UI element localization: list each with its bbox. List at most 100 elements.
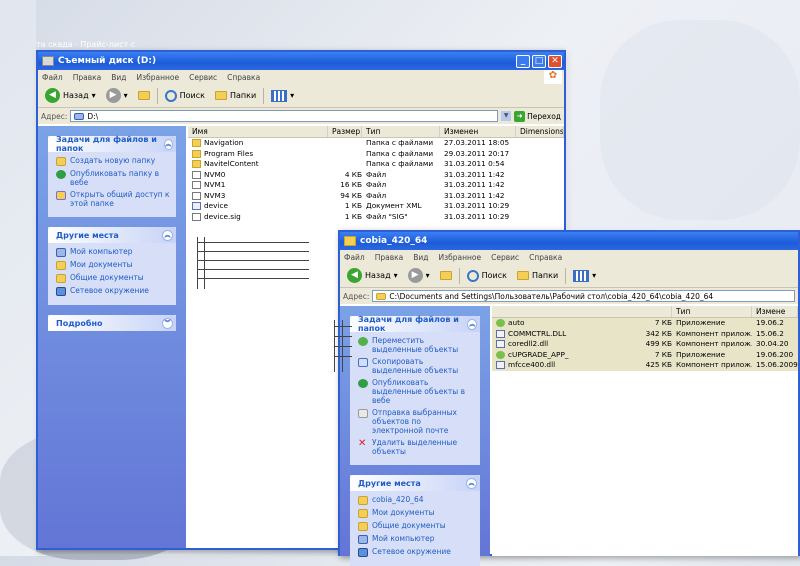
task-move-selected[interactable]: Переместить выделенные объекты <box>358 336 474 354</box>
task-new-folder[interactable]: Создать новую папку <box>56 156 170 166</box>
column-type[interactable]: Тип <box>362 126 440 137</box>
title-bar[interactable]: Съемный диск (D:) _ □ ✕ <box>38 52 564 70</box>
file-row[interactable]: NavitelContent Папка с файлами 31.03.2011 … <box>188 159 564 170</box>
menu-file[interactable]: Файл <box>42 73 63 82</box>
panel-title: Другие места <box>56 230 119 240</box>
panel-header[interactable]: Другие места ︽ <box>350 475 480 491</box>
forward-button[interactable]: ▶ ▾ <box>405 267 433 284</box>
address-dropdown-icon[interactable]: ▼ <box>501 111 512 121</box>
back-button[interactable]: ◀ Назад ▾ <box>344 267 401 284</box>
file-row[interactable]: Navigation Папка с файлами 27.03.2011 18:0… <box>188 138 564 149</box>
column-size[interactable] <box>492 306 672 317</box>
search-button[interactable]: Поиск <box>464 269 510 283</box>
file-row[interactable]: auto 7 КБ Приложение 19.06.2 <box>492 318 798 329</box>
task-label: Отправка выбранных объектов по электронн… <box>372 408 457 435</box>
file-row[interactable]: coredll2.dll 499 КБ Компонент прилож... 30.… <box>492 339 798 350</box>
address-input[interactable]: C:\Documents and Settings\Пользователь\Р… <box>372 290 795 302</box>
forward-button[interactable]: ▶ ▾ <box>103 87 131 104</box>
collapse-icon[interactable]: ︽ <box>466 477 477 489</box>
column-modified[interactable]: Измене <box>752 306 798 317</box>
task-copy-selected[interactable]: Скопировать выделенные объекты <box>358 357 474 375</box>
file-tasks-panel: Задачи для файлов и папок ︽ Переместить … <box>350 315 480 465</box>
folders-button[interactable]: Папки <box>514 270 561 281</box>
minimize-button[interactable]: _ <box>516 54 530 68</box>
menu-tools[interactable]: Сервис <box>189 73 217 82</box>
title-bar[interactable]: cobia_420_64 <box>340 232 798 250</box>
task-delete-selected[interactable]: ✕ Удалить выделенные объекты <box>358 438 474 456</box>
panel-header[interactable]: Другие места ︽ <box>48 227 176 243</box>
menu-edit[interactable]: Правка <box>73 73 102 82</box>
place-my-documents[interactable]: Мои документы <box>358 508 474 518</box>
up-button[interactable] <box>437 270 455 281</box>
file-name-cell: cUPGRADE_APP_ <box>492 350 632 361</box>
menu-tools[interactable]: Сервис <box>491 253 519 262</box>
file-type: Приложение <box>676 349 726 359</box>
place-network[interactable]: Сетевое окружение <box>56 286 170 296</box>
place-cobia-folder[interactable]: cobia_420_64 <box>358 495 474 505</box>
address-input[interactable]: D:\ <box>70 110 499 122</box>
file-row[interactable]: COMMCTRL.DLL 342 КБ Компонент прилож... 15.… <box>492 328 798 339</box>
copy-icon <box>358 358 368 367</box>
maximize-button[interactable]: □ <box>532 54 546 68</box>
column-name[interactable]: Имя <box>188 126 328 137</box>
menu-help[interactable]: Справка <box>529 253 562 262</box>
up-button[interactable] <box>135 90 153 101</box>
file-list-header: Тип Измене <box>492 306 798 318</box>
column-type[interactable]: Тип <box>672 306 752 317</box>
panel-title: Задачи для файлов и папок <box>358 315 459 333</box>
task-publish-web[interactable]: Опубликовать папку в вебе <box>56 169 170 187</box>
file-row[interactable]: NVM1 16 КБ Файл 31.03.2011 1:42 <box>188 180 564 191</box>
task-share-folder[interactable]: Открыть общий доступ к этой папке <box>56 190 170 208</box>
place-shared-documents[interactable]: Общие документы <box>56 273 170 283</box>
file-row[interactable]: device 1 КБ Документ XML 31.03.2011 10:29 <box>188 201 564 212</box>
shared-folder-icon <box>56 274 66 283</box>
network-icon <box>56 287 66 296</box>
collapse-icon[interactable]: ︽ <box>467 318 477 330</box>
back-button[interactable]: ◀ Назад ▾ <box>42 87 99 104</box>
file-row[interactable]: cUPGRADE_APP_ 7 КБ Приложение 19.06.200 <box>492 349 798 361</box>
collapse-icon[interactable]: ︽ <box>162 229 173 241</box>
file-row[interactable]: Program Files Папка с файлами 29.03.2011 2… <box>188 149 564 160</box>
panel-header[interactable]: Задачи для файлов и папок ︽ <box>350 315 480 333</box>
expand-icon[interactable]: ︾ <box>162 317 173 329</box>
collapse-icon[interactable]: ︽ <box>163 138 173 150</box>
place-label: cobia_420_64 <box>372 495 424 504</box>
task-label: Опубликовать выделенные объекты в вебе <box>372 378 466 405</box>
panel-header[interactable]: Задачи для файлов и папок ︽ <box>48 135 176 153</box>
menu-help[interactable]: Справка <box>227 73 260 82</box>
email-icon <box>358 409 368 418</box>
file-size <box>328 138 362 149</box>
menu-file[interactable]: Файл <box>344 253 365 262</box>
drive-icon <box>42 56 54 66</box>
task-email-selected[interactable]: Отправка выбранных объектов по электронн… <box>358 408 474 435</box>
window-title: cobia_420_64 <box>360 236 428 246</box>
file-row[interactable]: device.sig 1 КБ Файл "SIG" 31.03.2011 10:29 <box>188 212 564 223</box>
folders-button[interactable]: Папки <box>212 90 259 101</box>
menu-edit[interactable]: Правка <box>375 253 404 262</box>
menu-view[interactable]: Вид <box>413 253 428 262</box>
go-button[interactable]: ➜ Переход <box>514 110 561 122</box>
menu-favorites[interactable]: Избранное <box>137 73 180 82</box>
file-row[interactable]: mfcce400.dll 425 КБ Компонент прилож... 15.… <box>492 360 798 371</box>
file-name-cell: device <box>188 201 328 212</box>
file-size: 7 КБ <box>654 318 672 327</box>
search-button[interactable]: Поиск <box>162 89 208 103</box>
panel-header[interactable]: Подробно ︾ <box>48 315 176 331</box>
file-date: 19.06.200 <box>756 349 794 359</box>
column-dimensions[interactable]: Dimensions <box>516 126 564 137</box>
file-row[interactable]: NVM0 4 КБ Файл 31.03.2011 1:42 <box>188 170 564 181</box>
menu-favorites[interactable]: Избранное <box>439 253 482 262</box>
task-publish-web[interactable]: Опубликовать выделенные объекты в вебе <box>358 378 474 405</box>
place-my-documents[interactable]: Мои документы <box>56 260 170 270</box>
file-row[interactable]: NVM3 94 КБ Файл 31.03.2011 1:42 <box>188 191 564 202</box>
column-size[interactable]: Размер <box>328 126 362 137</box>
menu-view[interactable]: Вид <box>111 73 126 82</box>
place-my-computer[interactable]: Мой компьютер <box>56 247 170 257</box>
close-button[interactable]: ✕ <box>548 54 562 68</box>
views-button[interactable]: ▾ <box>268 89 297 103</box>
column-modified[interactable]: Изменен <box>440 126 516 137</box>
views-button[interactable]: ▾ <box>570 269 599 283</box>
place-my-computer[interactable]: Мой компьютер <box>358 534 474 544</box>
file-name: NavitelContent <box>204 159 259 168</box>
place-shared-documents[interactable]: Общие документы <box>358 521 474 531</box>
